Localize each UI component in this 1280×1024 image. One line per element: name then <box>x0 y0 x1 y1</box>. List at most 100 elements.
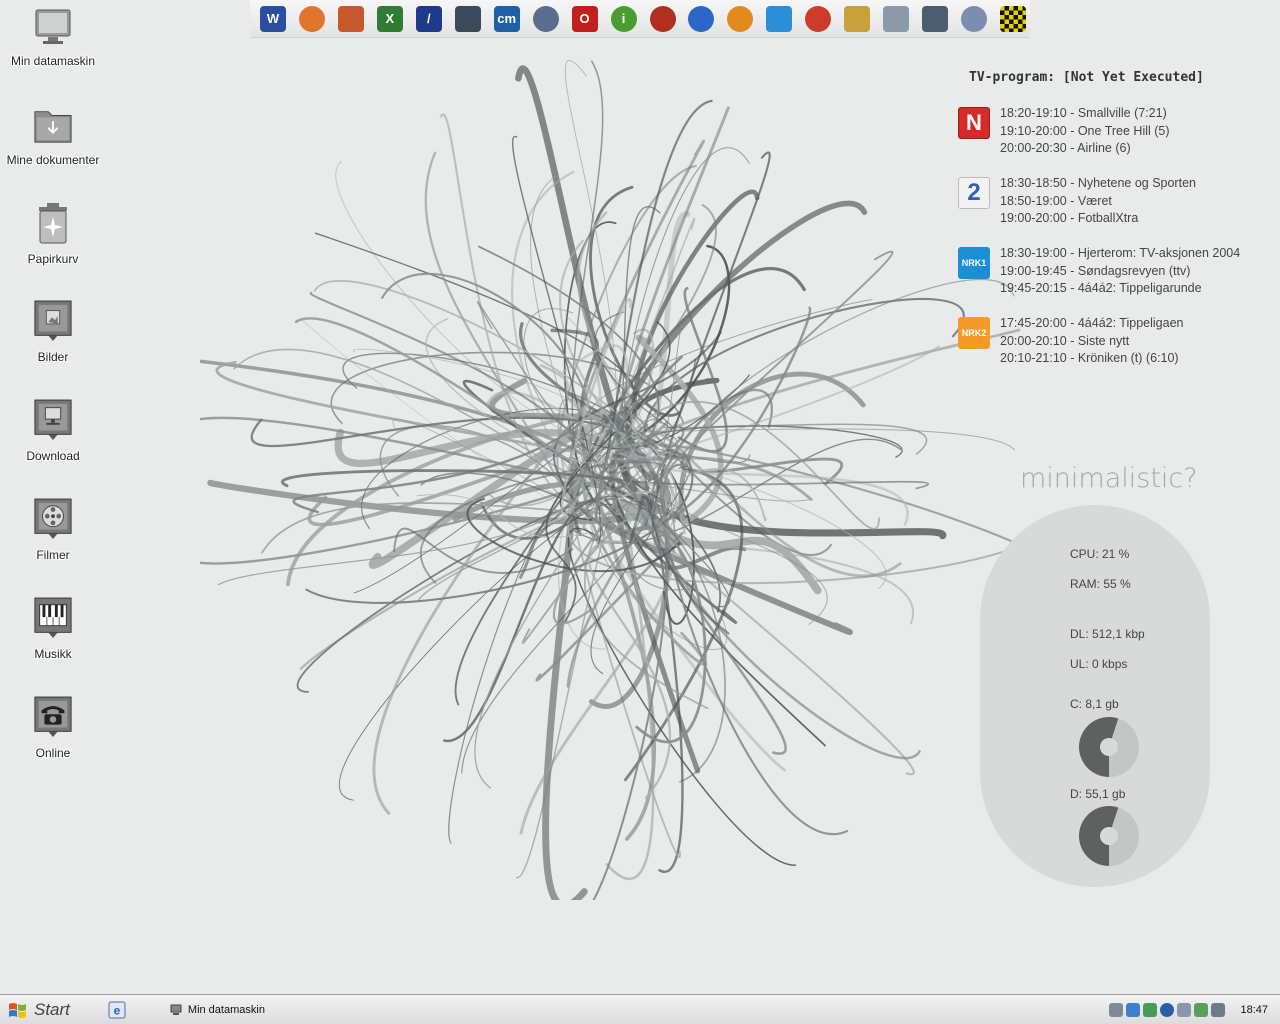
network-connection-icon[interactable] <box>1126 1002 1141 1017</box>
upload-speed: UL: 0 kbps <box>1070 657 1128 671</box>
internet-explorer-icon[interactable]: e <box>108 1001 126 1019</box>
security-icon[interactable] <box>1194 1002 1209 1017</box>
tv-program-title: TV-program: [Not Yet Executed] <box>969 70 1204 85</box>
folder-icon <box>33 103 73 147</box>
dock-item-play[interactable] <box>684 2 718 36</box>
desktop-icon-bilder[interactable]: Bilder <box>0 296 106 386</box>
disc-icon <box>961 5 988 32</box>
dock-item-disc[interactable] <box>957 2 991 36</box>
dock-item-slash-app[interactable]: / <box>412 2 446 36</box>
tv-schedule-line: 20:00-20:10 - Siste nytt <box>1000 333 1130 348</box>
network-icon[interactable] <box>1109 1002 1124 1017</box>
dock-item-media[interactable] <box>646 2 680 36</box>
play-icon <box>688 5 715 32</box>
dock-item-info[interactable]: i <box>607 2 641 36</box>
start-label: Start <box>34 999 70 1019</box>
dock-item-shell[interactable] <box>723 2 757 36</box>
dock-item-cm[interactable]: cm <box>490 2 524 36</box>
desktop-icon-label: Mine dokumenter <box>6 153 100 167</box>
dock-item-globe[interactable] <box>529 2 563 36</box>
wallpaper-ribbon <box>353 348 601 466</box>
dock-item-checker[interactable] <box>996 2 1030 36</box>
tv-schedule-line: 18:30-19:00 - Hjerterom: TV-aksjonen 200… <box>1000 246 1241 260</box>
tv-schedule: 18:20-19:10 - Smallville (7:21) 19:10-20:… <box>1000 105 1170 158</box>
globe-icon <box>532 5 559 32</box>
desktop-icon-papirkurv[interactable]: Papirkurv <box>0 198 106 288</box>
dock-item-sync[interactable] <box>762 2 796 36</box>
tv-schedule: 18:30-18:50 - Nyhetene og Sporten 18:50-1… <box>1000 175 1196 228</box>
dock-item-messenger[interactable] <box>801 2 835 36</box>
tv-channel: 2 18:30-18:50 - Nyhetene og Sporten 18:50-… <box>958 175 1273 233</box>
monitor-icon <box>170 1004 182 1015</box>
firefox-icon <box>298 5 325 32</box>
pie-hole <box>1100 738 1118 756</box>
sync-icon <box>766 5 793 32</box>
wallpaper-ribbon <box>372 405 587 815</box>
telephone-icon <box>33 696 73 740</box>
dock-item-powerpoint[interactable] <box>334 2 368 36</box>
taskbar-window-label: Min datamaskin <box>187 1003 265 1016</box>
recycle-bin-icon <box>33 202 73 246</box>
tv-schedule-line: 19:45-20:15 - 4á4á2: Tippeligarunde <box>1000 281 1202 295</box>
pictures-icon <box>33 300 73 344</box>
desktop-icon-label: Musikk <box>34 647 72 661</box>
dock-item-terminal[interactable] <box>451 2 485 36</box>
desktop-icon-label: Filmer <box>36 548 70 562</box>
bluetooth-icon[interactable] <box>1160 1002 1175 1017</box>
tv-channel: NRK1 18:30-19:00 - Hjerterom: TV-aksjonen… <box>958 245 1273 303</box>
media-icon <box>649 5 676 32</box>
dock-item-pencils[interactable] <box>840 2 874 36</box>
desktop-icon-label: Online <box>35 746 71 760</box>
info-icon: i <box>610 5 637 32</box>
dock-item-excel[interactable]: X <box>373 2 407 36</box>
piano-icon <box>33 597 73 641</box>
start-button[interactable]: Start <box>0 996 80 1024</box>
desktop-icon-online[interactable]: Online <box>0 692 106 782</box>
tv-schedule-line: 20:00-20:30 - Airline (6) <box>1000 141 1131 155</box>
tv-schedule-line: 18:50-19:00 - Været <box>1000 193 1112 208</box>
nrk1-logo-icon: NRK1 <box>958 247 990 279</box>
desktop-icon-label: Download <box>26 449 80 463</box>
printer-icon[interactable] <box>1177 1002 1192 1017</box>
desktop-icon-label: Bilder <box>37 350 69 364</box>
wallpaper-ribbon <box>424 151 577 518</box>
desktop-icon-mine-dokumenter[interactable]: Mine dokumenter <box>0 99 106 189</box>
dock-item-firefox[interactable] <box>295 2 329 36</box>
desktop-icon-musikk[interactable]: Musikk <box>0 593 106 683</box>
messenger-tray-icon[interactable] <box>1143 1002 1158 1017</box>
tv-schedule: 18:30-19:00 - Hjerterom: TV-aksjonen 200… <box>1000 245 1240 298</box>
excel-icon: X <box>376 5 403 32</box>
drive-icon <box>922 5 949 32</box>
dock-item-drive[interactable] <box>918 2 952 36</box>
tv-schedule-line: 17:45-20:00 - 4á4á2: Tippeligaen <box>1000 316 1184 330</box>
word-icon: W <box>259 5 286 32</box>
pie-hole <box>1100 827 1118 845</box>
ram-usage: RAM: 55 % <box>1070 577 1131 591</box>
d-drive-pie <box>1079 806 1139 866</box>
paper-icon <box>883 5 910 32</box>
slash-app-icon: / <box>415 5 442 32</box>
monitor-icon <box>33 4 73 48</box>
wallpaper-art <box>200 60 1020 900</box>
desktop-icon-label: Papirkurv <box>27 252 79 266</box>
messenger-icon <box>805 5 832 32</box>
taskbar-window-min-datamaskin[interactable]: Min datamaskin <box>166 999 269 1021</box>
tvnorge-logo-icon: N <box>958 107 990 139</box>
desktop-icon-filmer[interactable]: Filmer <box>0 494 106 584</box>
dock-item-word[interactable]: W <box>256 2 290 36</box>
desktop-icon-download[interactable]: Download <box>0 395 106 485</box>
d-drive-free: D: 55,1 gb <box>1070 787 1126 801</box>
download-icon <box>33 399 73 443</box>
volume-icon[interactable] <box>1211 1002 1226 1017</box>
dock-item-opera[interactable]: O <box>568 2 602 36</box>
quick-launch-dock: W X / cm Oi <box>250 0 1030 38</box>
powerpoint-icon <box>337 5 364 32</box>
desktop-icon-min-datamaskin[interactable]: Min datamaskin <box>0 0 106 90</box>
tv-schedule-line: 19:00-19:45 - Søndagsrevyen (ttv) <box>1000 263 1191 278</box>
dock-item-paper[interactable] <box>879 2 913 36</box>
tv-schedule: 17:45-20:00 - 4á4á2: Tippeligaen 20:00-20… <box>1000 315 1183 368</box>
tv-schedule-line: 18:20-19:10 - Smallville (7:21) <box>1000 106 1167 120</box>
system-tray: 18:47 <box>1109 996 1280 1024</box>
download-speed: DL: 512,1 kbp <box>1070 627 1145 641</box>
opera-icon: O <box>571 5 598 32</box>
